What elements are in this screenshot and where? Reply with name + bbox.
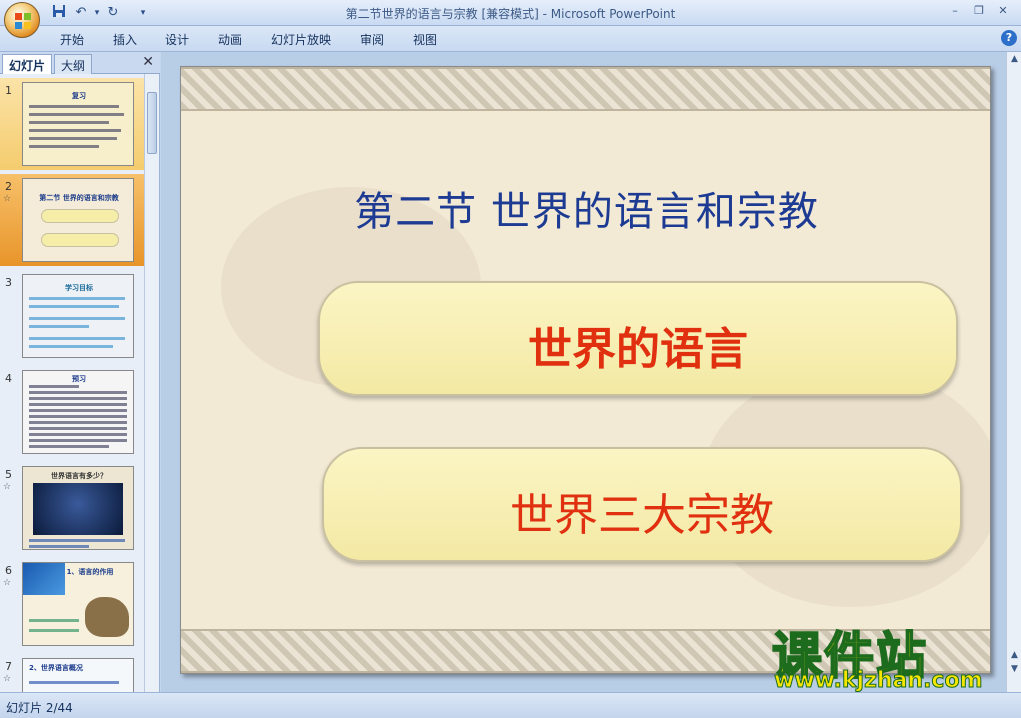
thumbnail-row[interactable]: 7 ☆ 2、世界语言概况 [0,654,144,692]
tab-slides[interactable]: 幻灯片 [2,54,53,74]
close-icon[interactable]: ✕ [992,3,1014,19]
thumbnail-title: 2、世界语言概况 [29,664,83,672]
topic-button-languages[interactable]: 世界的语言 [318,281,958,396]
thumbnail-title: 预习 [72,375,86,383]
slide-thumbnail[interactable]: 学习目标 [22,274,134,358]
thumbnail-title: 第二节 世界的语言和宗教 [39,194,119,202]
scroll-thumb[interactable] [147,92,157,154]
thumbnail-row[interactable]: 5 ☆ 世界语言有多少？ [0,462,144,554]
topic-button-label: 世界的语言 [528,324,748,375]
thumbnail-number: 3 [5,276,12,289]
ribbon-tabs: 开始 插入 设计 动画 幻灯片放映 审阅 视图 ? [0,26,1021,52]
tab-view[interactable]: 视图 [413,31,437,48]
slide-thumbnail[interactable]: 1、语言的作用 [22,562,134,646]
animation-star-icon: ☆ [3,194,12,204]
animation-star-icon: ☆ [3,674,12,684]
scroll-up-icon[interactable]: ▲ [1007,54,1021,64]
office-logo-icon [15,13,31,29]
window-title: 第二节世界的语言与宗教 [兼容模式] - Microsoft PowerPoin… [345,7,676,21]
thumbnail-number: 6 [5,564,12,577]
tab-slideshow[interactable]: 幻灯片放映 [271,31,331,48]
thumbnail-title: 学习目标 [65,284,93,292]
slide-thumbnails: 1 复习 2 ☆ 第二节 世界的语言和宗教 3 学习目标 4 预习 5 ☆ 世界… [0,74,144,692]
slide-counter: 幻灯片 2/44 [6,701,73,715]
thumbnail-number: 5 [5,468,12,481]
restore-icon[interactable]: ❐ [968,3,990,19]
watermark-logo: 课件站 www.kjzhan.com [771,616,1012,696]
animation-star-icon: ☆ [3,578,12,588]
slide-thumbnail[interactable]: 世界语言有多少？ [22,466,134,550]
office-button[interactable] [4,2,40,38]
title-bar: ↶ ▾ ↻ ▾ 第二节世界的语言与宗教 [兼容模式] - Microsoft P… [0,0,1021,38]
slides-pane: 幻灯片 大纲 ✕ 1 复习 2 ☆ 第二节 世界的语言和宗教 3 学习目标 4 … [0,52,160,692]
minimize-icon[interactable]: – [944,3,966,19]
watermark-url: www.kjzhan.com [774,668,984,694]
tab-design[interactable]: 设计 [165,31,189,48]
slide-thumbnail[interactable]: 第二节 世界的语言和宗教 [22,178,134,262]
thumbnail-title: 复习 [72,92,86,100]
thumbnail-number: 1 [5,84,12,97]
thumbnail-row[interactable]: 4 预习 [0,366,144,458]
decorative-border-top [181,67,990,111]
tab-insert[interactable]: 插入 [113,31,137,48]
thumbnail-row[interactable]: 2 ☆ 第二节 世界的语言和宗教 [0,174,144,266]
tab-outline[interactable]: 大纲 [54,54,93,74]
slide-thumbnail[interactable]: 预习 [22,370,134,454]
thumbnail-number: 4 [5,372,12,385]
help-icon[interactable]: ? [1001,30,1017,46]
animation-star-icon: ☆ [3,482,12,492]
thumbnails-scrollbar[interactable] [144,74,159,692]
topic-button-religions[interactable]: 世界三大宗教 [322,447,962,562]
tab-home[interactable]: 开始 [60,31,84,48]
pane-tabs: 幻灯片 大纲 ✕ [0,52,160,74]
thumbnail-title: 世界语言有多少？ [51,472,107,480]
close-pane-icon[interactable]: ✕ [142,54,154,70]
slide-thumbnail[interactable]: 复习 [22,82,134,166]
thumbnail-title: 1、语言的作用 [66,568,114,576]
slide-title[interactable]: 第二节 世界的语言和宗教 [181,179,990,237]
tab-review[interactable]: 审阅 [360,31,384,48]
slide-canvas[interactable]: 第二节 世界的语言和宗教 世界的语言 世界三大宗教 [180,66,991,674]
thumbnail-number: 7 [5,660,12,673]
topic-button-label: 世界三大宗教 [510,490,774,541]
slide-thumbnail[interactable]: 2、世界语言概况 [22,658,134,692]
thumbnail-row[interactable]: 1 复习 [0,78,144,170]
thumbnail-number: 2 [5,180,12,193]
slide-scrollbar[interactable]: ▲ ▲ ▼ [1006,52,1021,692]
tab-animation[interactable]: 动画 [218,31,242,48]
thumbnail-row[interactable]: 6 ☆ 1、语言的作用 [0,558,144,650]
slide-editor: 第二节 世界的语言和宗教 世界的语言 世界三大宗教 [161,52,1006,692]
thumbnail-row[interactable]: 3 学习目标 [0,270,144,362]
